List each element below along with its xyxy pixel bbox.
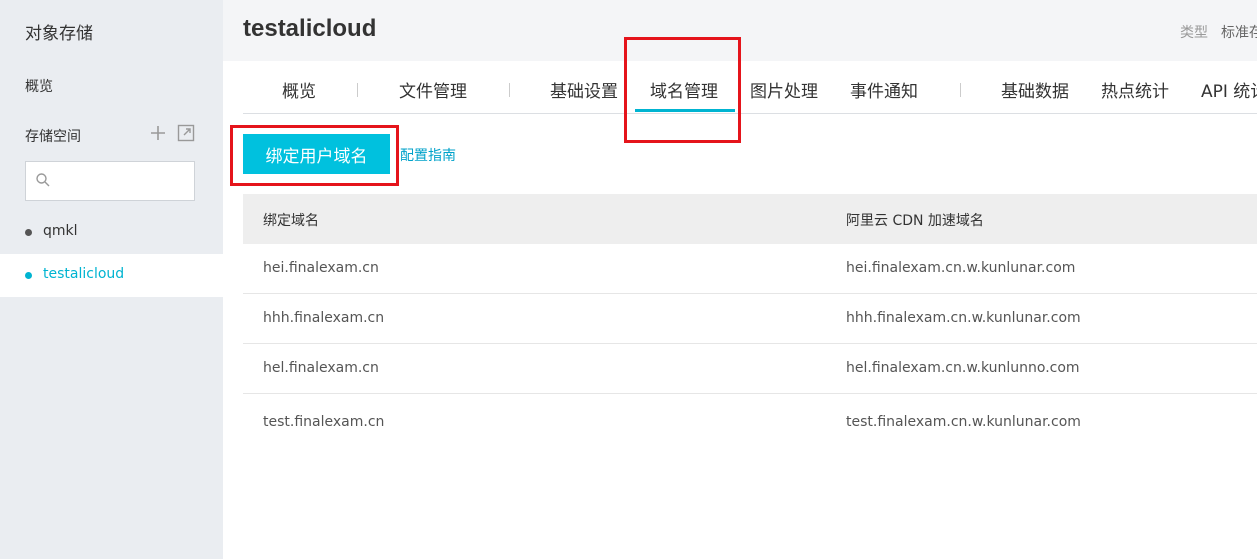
tab-hotspot-stats[interactable]: 热点统计	[1101, 77, 1169, 102]
tab-bar: 概览 文件管理 基础设置 域名管理 图片处理 事件通知 基础数据 热点统计 AP…	[243, 61, 1257, 114]
tab-basic-data[interactable]: 基础数据	[1001, 77, 1069, 102]
sidebar: 对象存储 概览 存储空间 qmkl testalicloud	[0, 0, 223, 559]
bucket-label: testalicloud	[43, 266, 125, 282]
bound-domain-cell: hel.finalexam.cn	[263, 360, 379, 376]
type-label: 类型	[1180, 25, 1208, 41]
bind-domain-button[interactable]: 绑定用户域名	[243, 134, 390, 174]
bound-domain-cell: hhh.finalexam.cn	[263, 310, 385, 326]
table-row: hel.finalexam.cn hel.finalexam.cn.w.kunl…	[243, 344, 1257, 394]
sidebar-item-overview[interactable]: 概览	[25, 76, 53, 96]
table-row: hei.finalexam.cn hei.finalexam.cn.w.kunl…	[243, 244, 1257, 294]
cdn-domain-cell: test.finalexam.cn.w.kunlunar.com	[846, 414, 1081, 430]
search-icon	[36, 173, 50, 187]
bucket-search-input[interactable]	[56, 162, 192, 200]
cdn-domain-cell: hhh.finalexam.cn.w.kunlunar.com	[846, 310, 1081, 326]
bucket-search-box	[25, 161, 195, 201]
bound-domain-cell: test.finalexam.cn	[263, 414, 385, 430]
bucket-label: qmkl	[43, 223, 78, 239]
table-row: hhh.finalexam.cn hhh.finalexam.cn.w.kunl…	[243, 294, 1257, 344]
tab-basic-settings[interactable]: 基础设置	[550, 77, 618, 102]
highlight-box-domain-tab	[624, 37, 741, 143]
tab-overview[interactable]: 概览	[282, 77, 316, 102]
tab-divider	[509, 83, 510, 97]
config-guide-link[interactable]: 配置指南	[400, 145, 456, 165]
bound-domain-cell: hei.finalexam.cn	[263, 260, 379, 276]
column-header-cdn-domain: 阿里云 CDN 加速域名	[846, 213, 984, 229]
product-title: 对象存储	[25, 24, 93, 44]
type-value: 标准存	[1221, 25, 1257, 41]
tab-divider	[960, 83, 961, 97]
table-row: test.finalexam.cn test.finalexam.cn.w.ku…	[243, 394, 1257, 452]
tab-api-stats[interactable]: API 统计	[1201, 77, 1257, 102]
bucket-dot-icon	[25, 229, 32, 236]
sidebar-item-bucket-testalicloud[interactable]: testalicloud	[0, 254, 223, 297]
cdn-domain-cell: hel.finalexam.cn.w.kunlunno.com	[846, 360, 1080, 376]
bucket-dot-icon	[25, 272, 32, 279]
column-header-bound-domain: 绑定域名	[263, 213, 319, 229]
tab-file-management[interactable]: 文件管理	[399, 77, 467, 102]
tab-divider	[357, 83, 358, 97]
expand-icon[interactable]	[177, 124, 195, 142]
add-bucket-icon[interactable]	[149, 124, 167, 142]
tab-event-notification[interactable]: 事件通知	[850, 77, 918, 102]
cdn-domain-cell: hei.finalexam.cn.w.kunlunar.com	[846, 260, 1076, 276]
tab-image-processing[interactable]: 图片处理	[750, 77, 818, 102]
sidebar-item-bucket-qmkl[interactable]: qmkl	[0, 211, 223, 254]
domain-table: 绑定域名 阿里云 CDN 加速域名 hei.finalexam.cn hei.f…	[243, 194, 1257, 452]
table-header: 绑定域名 阿里云 CDN 加速域名	[243, 194, 1257, 244]
page-title: testalicloud	[243, 15, 377, 42]
storage-space-label: 存储空间	[25, 129, 81, 145]
